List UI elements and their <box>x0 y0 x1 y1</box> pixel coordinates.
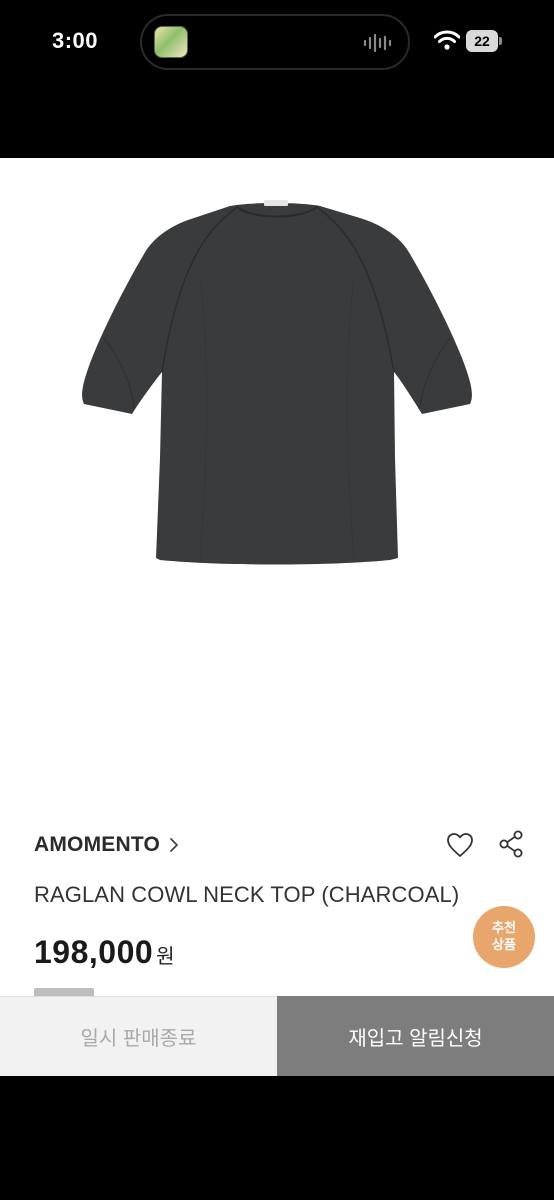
recommend-label-line2: 상품 <box>492 937 516 952</box>
battery-icon: 22 <box>466 30 502 52</box>
bottom-action-bar: 일시 판매종료 재입고 알림신청 <box>0 996 554 1076</box>
bottom-safe-area <box>0 1076 554 1200</box>
recommended-products-button[interactable]: 추천 상품 <box>473 906 535 968</box>
product-page: AMOMENTO RAGLAN COWL NECK TOP (CHARCOAL)… <box>0 158 554 1076</box>
price-row: 198,000 원 <box>34 934 175 971</box>
dynamic-island[interactable] <box>140 14 410 70</box>
sold-out-button[interactable]: 일시 판매종료 <box>0 996 277 1076</box>
restock-alert-button[interactable]: 재입고 알림신청 <box>277 996 554 1076</box>
wifi-icon <box>434 30 460 50</box>
product-name: RAGLAN COWL NECK TOP (CHARCOAL) <box>34 882 460 907</box>
audio-wave-icon <box>363 33 392 53</box>
chevron-right-icon <box>170 838 178 852</box>
status-bar: 3:00 22 <box>0 0 554 158</box>
battery-level: 22 <box>474 33 490 49</box>
brand-link[interactable]: AMOMENTO <box>34 830 180 860</box>
product-price: 198,000 <box>34 934 154 970</box>
brand-name: AMOMENTO <box>34 833 161 856</box>
share-icon[interactable] <box>498 830 524 858</box>
heart-icon[interactable] <box>446 832 474 858</box>
app-thumbnail-icon <box>154 26 188 58</box>
currency-unit: 원 <box>156 946 175 968</box>
recommend-label-line1: 추천 <box>492 920 516 935</box>
product-image[interactable] <box>0 158 554 798</box>
status-time: 3:00 <box>52 28 99 53</box>
